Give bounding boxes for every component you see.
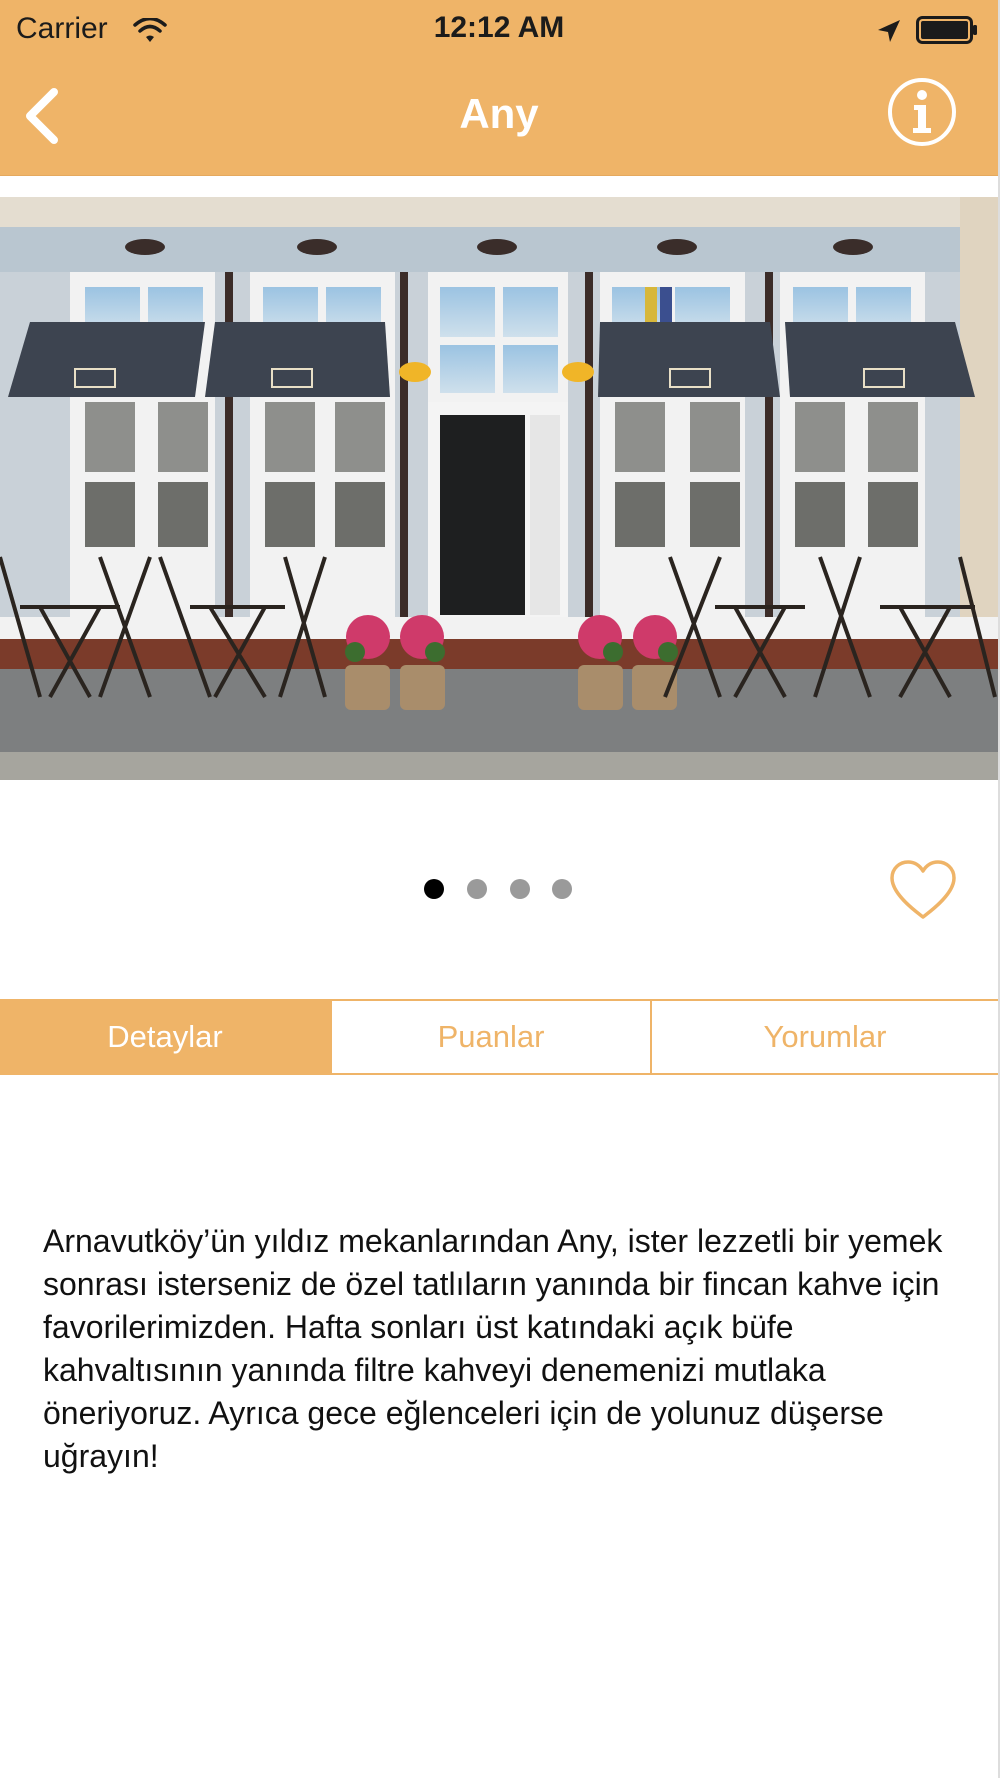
tab-puanlar[interactable]: Puanlar [330, 1001, 650, 1073]
app-screen: Carrier 12:12 AM Any Detaylar Puanlar Yo… [0, 0, 1000, 1778]
tab-detaylar[interactable]: Detaylar [0, 1001, 330, 1073]
navigation-bar: Any [0, 58, 998, 175]
top-bar: Carrier 12:12 AM Any [0, 0, 998, 176]
segmented-tabs: Detaylar Puanlar Yorumlar [0, 999, 998, 1075]
battery-icon [916, 16, 977, 44]
status-bar: Carrier 12:12 AM [0, 0, 998, 58]
page-dot[interactable] [424, 879, 444, 899]
info-icon[interactable] [886, 76, 958, 148]
venue-description: Arnavutköy’ün yıldız mekanlarından Any, … [43, 1223, 943, 1474]
page-dot[interactable] [552, 879, 572, 899]
location-arrow-icon [878, 20, 900, 42]
heart-icon[interactable] [888, 858, 958, 922]
page-title: Any [459, 90, 539, 137]
status-time: 12:12 AM [433, 11, 565, 44]
page-indicator[interactable] [0, 879, 998, 901]
tab-yorumlar[interactable]: Yorumlar [650, 1001, 998, 1073]
hero-photo[interactable] [0, 197, 998, 780]
page-dot[interactable] [467, 879, 487, 899]
page-dot[interactable] [510, 879, 530, 899]
